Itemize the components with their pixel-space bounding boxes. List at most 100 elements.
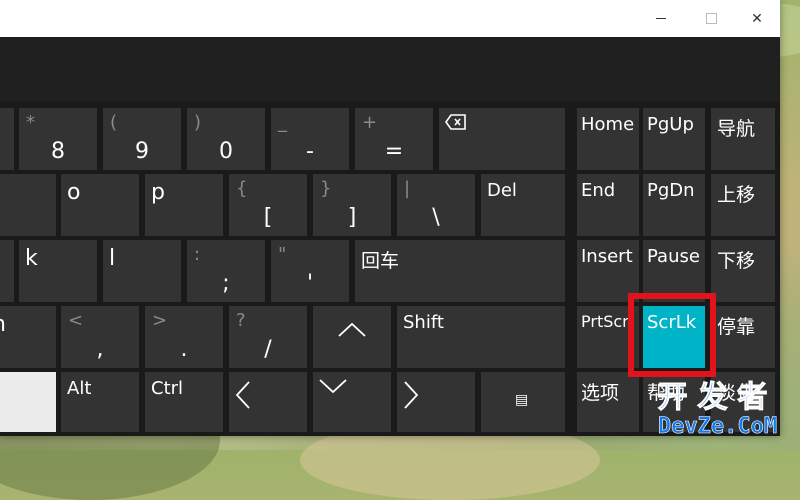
key-9[interactable]: ( 9: [103, 108, 181, 170]
key-slash[interactable]: ? /: [229, 306, 307, 368]
title-bar: ✕: [0, 0, 780, 37]
key-partial[interactable]: [0, 108, 14, 170]
key-label: 选项: [581, 382, 620, 404]
key-i-partial[interactable]: [0, 174, 56, 236]
key-left-arrow[interactable]: [229, 372, 307, 432]
key-shift[interactable]: Shift: [397, 306, 565, 368]
key-shift-symbol: :: [194, 244, 201, 265]
key-enter[interactable]: 回车: [355, 240, 565, 302]
key-label: 上移: [717, 184, 756, 206]
key-backspace[interactable]: [439, 108, 565, 170]
key-alt[interactable]: Alt: [61, 372, 139, 432]
key-label: ': [306, 271, 314, 296]
key-label: n: [0, 312, 6, 337]
key-label: 下移: [717, 250, 756, 272]
maximize-button[interactable]: [688, 0, 734, 37]
key-label: ;: [222, 271, 230, 296]
key-semicolon[interactable]: : ;: [187, 240, 265, 302]
key-shift-symbol: +: [362, 112, 378, 133]
key-end[interactable]: End: [577, 174, 639, 236]
key-ctrl[interactable]: Ctrl: [145, 372, 223, 432]
key-label: End: [581, 180, 616, 201]
key-shift-symbol: ): [194, 112, 202, 133]
key-nav[interactable]: 导航: [711, 108, 775, 170]
key-k[interactable]: k: [19, 240, 97, 302]
key-shift-symbol: ?: [236, 310, 246, 331]
key-n-partial[interactable]: n: [0, 306, 56, 368]
key-label: Home: [581, 114, 635, 135]
key-label: Pause: [647, 246, 700, 267]
key-up-arrow[interactable]: [313, 306, 391, 368]
key-label: -: [306, 139, 314, 164]
key-label: 停靠: [717, 316, 756, 338]
maximize-icon: [705, 13, 717, 24]
key-move-down[interactable]: 下移: [711, 240, 775, 302]
key-label: 0: [219, 139, 233, 164]
key-pgdn[interactable]: PgDn: [643, 174, 705, 236]
key-label: PrtScr: [581, 312, 629, 331]
minimize-button[interactable]: [638, 0, 684, 37]
key-label: p: [151, 180, 165, 205]
key-shift-symbol: ": [278, 244, 287, 265]
key-options[interactable]: 选项: [577, 372, 639, 432]
menu-icon: ▤: [515, 392, 529, 408]
close-button[interactable]: ✕: [734, 0, 780, 37]
key-left-bracket[interactable]: { [: [229, 174, 307, 236]
key-label: .: [180, 337, 188, 362]
minimize-icon: [656, 18, 666, 19]
key-label: /: [264, 337, 272, 362]
chevron-left-icon: [235, 381, 250, 409]
key-0[interactable]: ) 0: [187, 108, 265, 170]
key-down-arrow[interactable]: [313, 372, 391, 432]
key-quote[interactable]: " ': [271, 240, 349, 302]
key-label: \: [432, 205, 440, 230]
key-label: 8: [51, 139, 65, 164]
key-j-partial[interactable]: [0, 240, 14, 302]
key-label: Alt: [67, 378, 92, 399]
key-minus[interactable]: _ -: [271, 108, 349, 170]
key-shift-symbol: >: [152, 310, 168, 331]
key-label: l: [109, 246, 116, 271]
backspace-icon: [445, 114, 466, 130]
key-period[interactable]: > .: [145, 306, 223, 368]
key-backslash[interactable]: | \: [397, 174, 475, 236]
key-label: PgUp: [647, 114, 694, 135]
key-shift-symbol: |: [404, 178, 411, 199]
key-label: ]: [347, 205, 357, 230]
key-label: k: [25, 246, 38, 271]
watermark-logo: 开发者 DevZe.CoM: [640, 381, 795, 444]
text-prediction-strip: [0, 37, 780, 102]
key-l[interactable]: l: [103, 240, 181, 302]
key-label: Shift: [403, 312, 444, 333]
key-shift-symbol: {: [236, 178, 248, 199]
key-fn-active[interactable]: [0, 372, 56, 432]
key-home[interactable]: Home: [577, 108, 639, 170]
key-right-arrow[interactable]: [397, 372, 475, 432]
key-comma[interactable]: < ,: [61, 306, 139, 368]
key-label: 9: [135, 139, 149, 164]
key-right-bracket[interactable]: } ]: [313, 174, 391, 236]
key-o[interactable]: o: [61, 174, 139, 236]
chevron-down-icon: [319, 379, 347, 394]
key-label: Del: [487, 180, 517, 201]
key-move-up[interactable]: 上移: [711, 174, 775, 236]
key-pgup[interactable]: PgUp: [643, 108, 705, 170]
close-icon: ✕: [751, 10, 763, 27]
key-label: Insert: [581, 246, 633, 267]
key-label: [: [263, 205, 273, 230]
chevron-right-icon: [404, 381, 419, 409]
key-label: Ctrl: [151, 378, 184, 399]
key-label: 导航: [717, 118, 756, 140]
key-shift-symbol: (: [110, 112, 118, 133]
key-p[interactable]: p: [145, 174, 223, 236]
key-label: =: [384, 139, 404, 164]
key-8[interactable]: * 8: [19, 108, 97, 170]
watermark-text-en: DevZe.CoM: [657, 414, 778, 440]
key-dock[interactable]: 停靠: [711, 306, 775, 368]
key-del[interactable]: Del: [481, 174, 565, 236]
key-label: PgDn: [647, 180, 695, 201]
key-shift-symbol: *: [26, 112, 35, 133]
highlight-annotation-box: [628, 293, 716, 377]
key-equals[interactable]: + =: [355, 108, 433, 170]
key-context-menu[interactable]: ▤: [481, 372, 565, 432]
